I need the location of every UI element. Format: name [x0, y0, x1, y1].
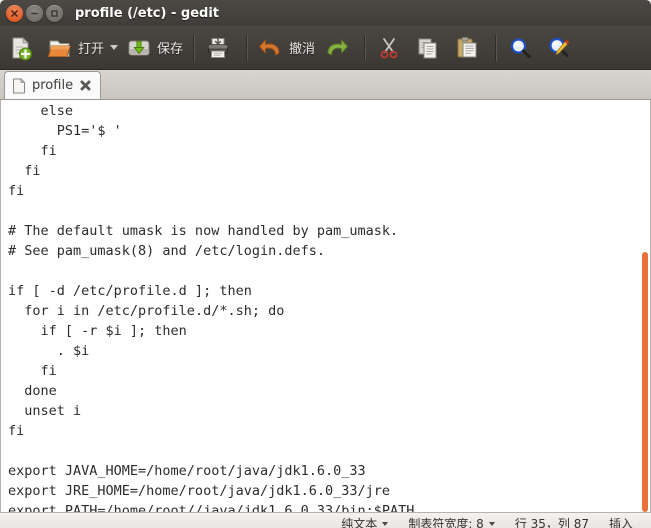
copy-icon: [418, 38, 437, 58]
magnifier-icon: [510, 37, 531, 58]
save-label: 保存: [157, 42, 184, 57]
maximize-button[interactable]: [46, 4, 63, 22]
chevron-down-icon: [382, 521, 389, 526]
language-selector[interactable]: 纯文本: [331, 515, 398, 528]
save-disk-icon: [128, 40, 150, 55]
maximize-square-icon: [51, 9, 58, 17]
tab-bar: profile: [0, 70, 651, 100]
open-button[interactable]: 打开: [43, 30, 122, 66]
document-icon: [13, 77, 26, 93]
redo-arrow-icon: [327, 39, 349, 55]
scissors-icon: [380, 37, 398, 58]
status-bar: 纯文本 制表符宽度: 8 行 35，列 87 插入: [0, 512, 651, 528]
find-replace-icon: [549, 37, 570, 57]
close-button[interactable]: [6, 4, 23, 22]
save-button[interactable]: 保存: [122, 30, 187, 66]
gedit-window: profile (/etc) - gedit 打开 保存 撤消 profile …: [0, 0, 651, 528]
tab-width-label: 制表符宽度: 8: [408, 517, 484, 528]
open-label: 打开: [78, 42, 105, 57]
new-document-icon: [12, 36, 32, 60]
replace-button[interactable]: [542, 30, 581, 66]
redo-button[interactable]: [319, 30, 358, 66]
language-label: 纯文本: [341, 517, 378, 528]
printer-icon: [208, 37, 229, 58]
tab-label: profile: [32, 78, 74, 93]
toolbar-separator-2: [246, 34, 249, 61]
new-document-button[interactable]: [4, 30, 43, 66]
clipboard-paste-icon: [457, 36, 477, 57]
toolbar-separator-1: [193, 34, 196, 61]
editor-area: else PS1='$ ' fi fi fi # The default uma…: [0, 100, 651, 512]
open-folder-icon: [47, 40, 71, 57]
cursor-position: 行 35，列 87: [505, 515, 599, 528]
toolbar-separator-3: [364, 34, 367, 61]
scrollbar-thumb[interactable]: [642, 252, 648, 512]
close-x-icon: [11, 9, 18, 17]
window-title: profile (/etc) - gedit: [75, 5, 219, 21]
tab-profile[interactable]: profile: [4, 71, 102, 99]
cut-button[interactable]: [372, 30, 411, 66]
undo-label: 撤消: [289, 42, 316, 57]
insert-mode-label: 插入: [608, 517, 633, 528]
window-controls: [6, 4, 63, 22]
chevron-down-icon: [488, 521, 495, 526]
vertical-scrollbar[interactable]: [638, 100, 650, 512]
insert-mode: 插入: [599, 515, 643, 528]
minimize-dash-icon: [31, 12, 38, 14]
undo-button[interactable]: 撤消: [254, 30, 319, 66]
paste-button[interactable]: [450, 30, 489, 66]
print-button[interactable]: [201, 30, 240, 66]
toolbar-separator-4: [495, 34, 498, 61]
text-editor[interactable]: else PS1='$ ' fi fi fi # The default uma…: [1, 100, 638, 512]
chevron-down-icon[interactable]: [110, 45, 119, 50]
find-button[interactable]: [503, 30, 542, 66]
copy-button[interactable]: [411, 30, 450, 66]
editor-content: else PS1='$ ' fi fi fi # The default uma…: [8, 103, 415, 512]
undo-arrow-icon: [259, 39, 280, 55]
toolbar: 打开 保存 撤消: [0, 26, 651, 70]
title-bar: profile (/etc) - gedit: [0, 0, 651, 26]
close-x-icon[interactable]: [79, 79, 92, 92]
minimize-button[interactable]: [26, 4, 43, 22]
cursor-position-label: 行 35，列 87: [514, 517, 589, 528]
tab-width-selector[interactable]: 制表符宽度: 8: [398, 515, 505, 528]
